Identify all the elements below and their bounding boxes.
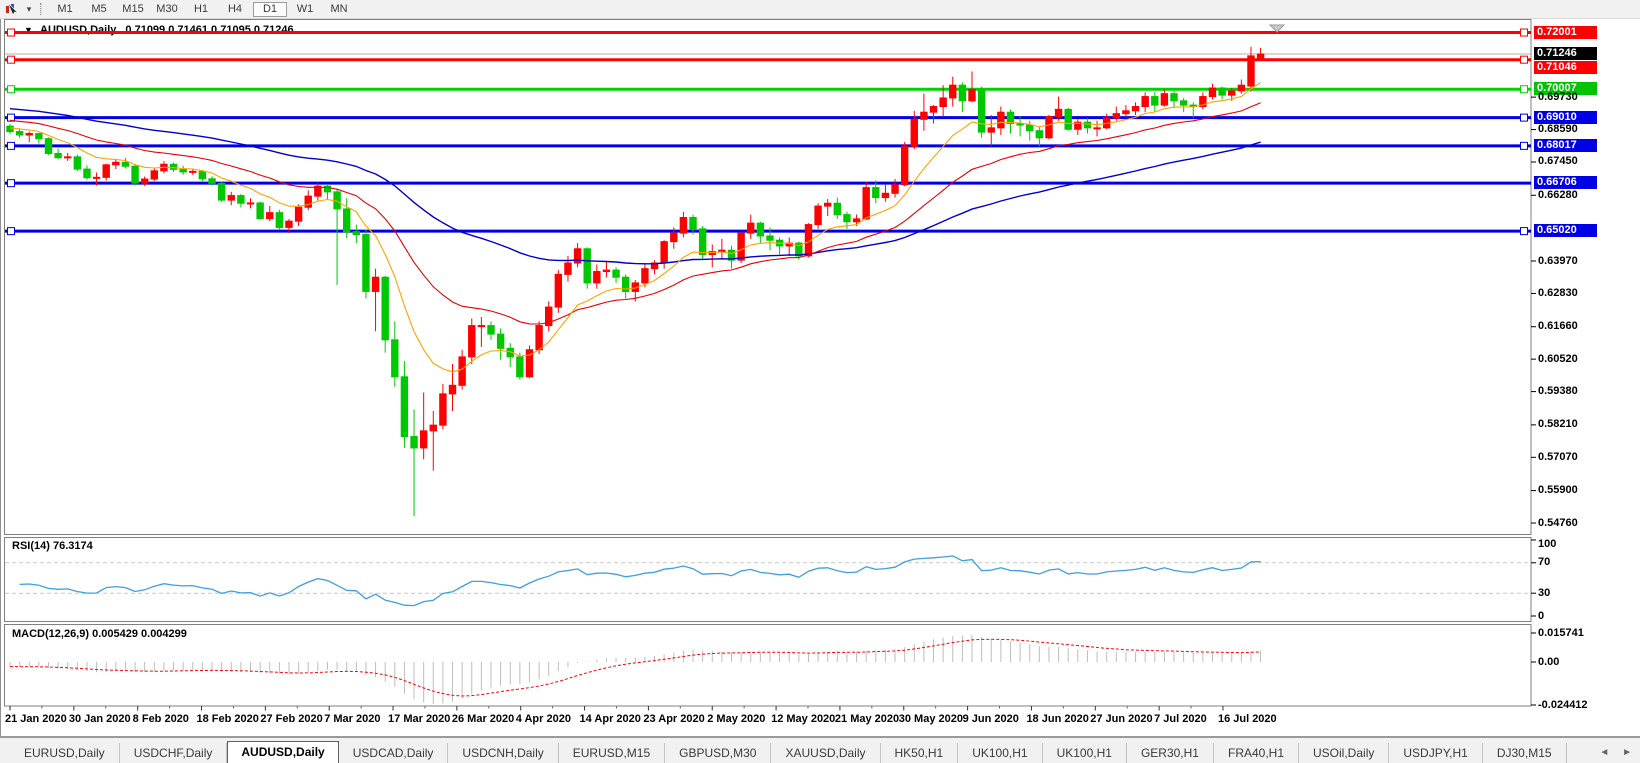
chart-tab-usdjpy-h1[interactable]: USDJPY,H1 bbox=[1389, 743, 1483, 763]
chart-tab-eurusd-daily[interactable]: EURUSD,Daily bbox=[10, 743, 120, 763]
rsi-tick-label: 70 bbox=[1538, 556, 1551, 569]
price-badge: 0.72001 bbox=[1534, 25, 1597, 39]
timeframe-button-h4[interactable]: H4 bbox=[219, 2, 251, 17]
date-label: 30 Jan 2020 bbox=[68, 713, 131, 725]
timeframe-button-m5[interactable]: M5 bbox=[83, 2, 115, 17]
price-tick-label: 0.58210 bbox=[1538, 418, 1578, 431]
price-tick-label: 0.62830 bbox=[1538, 286, 1578, 299]
chart-canvas[interactable] bbox=[0, 0, 1640, 763]
chart-tab-xauusd-daily[interactable]: XAUUSD,Daily bbox=[771, 743, 881, 763]
chart-tab-uk100-h1[interactable]: UK100,H1 bbox=[1043, 743, 1127, 763]
chart-tab-eurusd-m15[interactable]: EURUSD,M15 bbox=[559, 743, 666, 763]
price-tick-label: 0.59380 bbox=[1538, 385, 1578, 398]
object-anchor-icon: ▼ bbox=[24, 25, 33, 35]
toolbar-grip bbox=[40, 3, 42, 15]
chart-tab-audusd-daily[interactable]: AUDUSD,Daily bbox=[227, 741, 339, 763]
price-badge: 0.71046 bbox=[1534, 60, 1597, 74]
chart-tab-usdcnh-daily[interactable]: USDCNH,Daily bbox=[448, 743, 559, 763]
dropdown-caret-icon[interactable]: ▾ bbox=[24, 4, 34, 15]
chart-tab-usdcad-daily[interactable]: USDCAD,Daily bbox=[339, 743, 449, 763]
date-label: 21 May 2020 bbox=[834, 713, 900, 725]
price-tick-label: 0.63970 bbox=[1538, 254, 1578, 267]
price-tick-label: 0.60520 bbox=[1538, 352, 1578, 365]
chart-tab-usdchf-daily[interactable]: USDCHF,Daily bbox=[120, 743, 228, 763]
timeframe-button-mn[interactable]: MN bbox=[323, 2, 355, 17]
date-label: 16 Jul 2020 bbox=[1217, 713, 1277, 725]
price-tick-label: 0.68590 bbox=[1538, 123, 1578, 136]
rsi-tick-label: 30 bbox=[1538, 586, 1551, 599]
price-badge: 0.68017 bbox=[1534, 138, 1597, 152]
price-badge: 0.65020 bbox=[1534, 224, 1597, 238]
chart-tab-hk50-h1[interactable]: HK50,H1 bbox=[881, 743, 959, 763]
date-label: 7 Mar 2020 bbox=[324, 713, 381, 725]
mt4-window: ▾ M1 M5 M15 M30 H1 H4 D1 W1 MN ▼ AUDUSD,Daily 0.7… bbox=[0, 0, 1640, 763]
rsi-indicator-label: RSI(14) 76.3174 bbox=[12, 540, 93, 552]
chart-tab-ger30-h1[interactable]: GER30,H1 bbox=[1127, 743, 1214, 763]
tab-scroll-left-icon[interactable]: ◄ bbox=[1599, 747, 1609, 758]
chart-tab-gbpusd-m30[interactable]: GBPUSD,M30 bbox=[665, 743, 772, 763]
timeframe-toolbar: ▾ M1 M5 M15 M30 H1 H4 D1 W1 MN bbox=[0, 0, 1640, 19]
timeframe-button-m30[interactable]: M30 bbox=[151, 2, 183, 17]
timeframe-button-h1[interactable]: H1 bbox=[185, 2, 217, 17]
date-label: 18 Feb 2020 bbox=[196, 713, 259, 725]
date-label: 30 May 2020 bbox=[898, 713, 963, 725]
chart-tab-dj30-m15[interactable]: DJ30,M15 bbox=[1483, 743, 1567, 763]
chart-title: AUDUSD,Daily 0.71099 0.71461 0.71095 0.71… bbox=[40, 24, 294, 36]
chart-tab-china300-h4[interactable]: CHINA300,H4 bbox=[1567, 743, 1580, 763]
price-tick-label: 0.61660 bbox=[1538, 320, 1578, 333]
chart-cursor-icon[interactable] bbox=[4, 2, 22, 16]
price-tick-label: 0.55900 bbox=[1538, 484, 1578, 497]
macd-tick-label: 0.015741 bbox=[1538, 626, 1584, 639]
macd-tick-label: 0.00 bbox=[1538, 655, 1560, 668]
price-badge: 0.71246 bbox=[1534, 46, 1597, 60]
price-tick-label: 0.66280 bbox=[1538, 188, 1578, 201]
timeframe-buttons: M1 M5 M15 M30 H1 H4 D1 W1 MN bbox=[48, 1, 356, 17]
macd-tick-label: -0.024412 bbox=[1538, 699, 1588, 711]
date-label: 21 Jan 2020 bbox=[5, 713, 67, 725]
date-label: 26 Mar 2020 bbox=[451, 713, 515, 725]
timeframe-button-w1[interactable]: W1 bbox=[289, 2, 321, 17]
date-label: 8 Feb 2020 bbox=[132, 713, 189, 725]
price-tick-label: 0.57070 bbox=[1538, 450, 1578, 463]
date-label: 27 Feb 2020 bbox=[260, 713, 323, 725]
chart-tabs: EURUSD,Daily USDCHF,Daily AUDUSD,Daily USDC… bbox=[10, 740, 1580, 763]
chart-tab-uk100-h1[interactable]: UK100,H1 bbox=[958, 743, 1043, 763]
date-label: 9 Jun 2020 bbox=[962, 713, 1019, 725]
date-label: 23 Apr 2020 bbox=[643, 713, 705, 725]
date-label: 27 Jun 2020 bbox=[1090, 713, 1153, 725]
price-tick-label: 0.54760 bbox=[1538, 516, 1578, 529]
price-badge: 0.66706 bbox=[1534, 176, 1597, 190]
rsi-tick-label: 100 bbox=[1538, 538, 1557, 550]
date-label: 18 Jun 2020 bbox=[1026, 713, 1089, 725]
price-tick-label: 0.67450 bbox=[1538, 155, 1578, 168]
date-label: 14 Apr 2020 bbox=[579, 713, 641, 725]
rsi-tick-label: 0 bbox=[1538, 609, 1545, 622]
date-label: 12 May 2020 bbox=[771, 713, 836, 725]
tab-scroll-right-icon[interactable]: ► bbox=[1622, 747, 1632, 758]
chart-tab-bar: EURUSD,Daily USDCHF,Daily AUDUSD,Daily USDC… bbox=[0, 737, 1640, 763]
price-tick-label: 0.69730 bbox=[1538, 90, 1578, 103]
price-badge: 0.69010 bbox=[1534, 110, 1597, 124]
timeframe-button-m1[interactable]: M1 bbox=[49, 2, 81, 17]
chart-tab-fra40-h1[interactable]: FRA40,H1 bbox=[1214, 743, 1300, 763]
macd-indicator-label: MACD(12,26,9) 0.005429 0.004299 bbox=[12, 628, 187, 640]
chart-symbol-period: AUDUSD,Daily bbox=[40, 24, 117, 36]
chart-ohlc-values: 0.71099 0.71461 0.71095 0.71246 bbox=[125, 24, 294, 36]
date-label: 2 May 2020 bbox=[707, 713, 766, 725]
date-label: 7 Jul 2020 bbox=[1154, 713, 1207, 725]
timeframe-button-d1[interactable]: D1 bbox=[253, 1, 287, 17]
chart-tab-usoil-daily[interactable]: USOil,Daily bbox=[1299, 743, 1390, 763]
date-label: 17 Mar 2020 bbox=[388, 713, 451, 725]
tab-scroll-arrows: ◄ ► bbox=[1589, 747, 1632, 758]
timeframe-button-m15[interactable]: M15 bbox=[117, 2, 149, 17]
date-label: 4 Apr 2020 bbox=[515, 713, 571, 725]
